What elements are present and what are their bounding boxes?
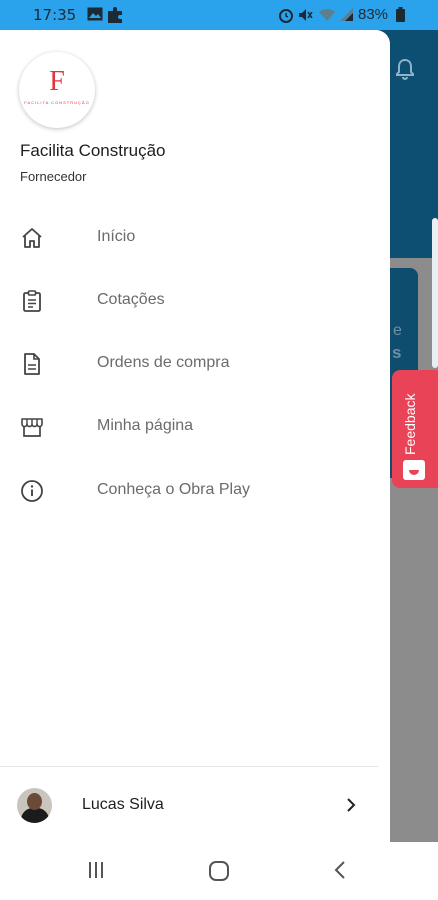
company-logo: F FACILITA CONSTRUÇÃO	[19, 52, 95, 128]
alarm-icon	[279, 9, 293, 23]
navigation-drawer: F FACILITA CONSTRUÇÃO Facilita Construçã…	[0, 30, 390, 842]
menu-item-label: Conheça o Obra Play	[97, 481, 250, 498]
home-icon	[22, 228, 42, 248]
menu-item-ordens-de-compra[interactable]: Ordens de compra	[0, 339, 390, 389]
company-name: Facilita Construção	[20, 141, 166, 160]
menu-item-label: Minha página	[97, 417, 194, 434]
puzzle-icon	[108, 7, 122, 23]
recent-apps-icon[interactable]	[86, 860, 106, 880]
drawer-divider	[0, 766, 378, 767]
store-icon	[21, 418, 43, 437]
feedback-label: Feedback	[402, 393, 418, 455]
status-time: 17:35	[33, 6, 77, 24]
battery-icon	[396, 7, 405, 22]
user-profile-row[interactable]: Lucas Silva	[0, 778, 390, 834]
bell-icon	[396, 58, 414, 80]
signal-icon	[340, 8, 353, 21]
clipboard-icon	[23, 290, 41, 312]
system-navigation-bar	[0, 842, 438, 900]
menu-item-cotacoes[interactable]: Cotações	[0, 276, 390, 326]
background-card-text: e	[393, 322, 402, 339]
back-icon[interactable]	[333, 860, 347, 880]
chevron-right-icon	[347, 798, 356, 812]
feedback-button[interactable]: Feedback	[392, 370, 438, 488]
menu-item-label: Cotações	[97, 291, 165, 308]
menu-item-conheca-obra-play[interactable]: Conheça o Obra Play	[0, 466, 390, 516]
logo-tagline: FACILITA CONSTRUÇÃO	[24, 100, 90, 105]
document-icon	[24, 353, 40, 375]
battery-percentage: 83%	[358, 6, 389, 23]
background-scrollbar	[432, 218, 438, 368]
avatar	[17, 788, 52, 823]
menu-item-inicio[interactable]: Início	[0, 213, 390, 263]
mute-icon	[299, 9, 313, 21]
logo-letter: F	[49, 66, 65, 97]
feedback-emoji-icon	[403, 460, 425, 480]
home-button-icon[interactable]	[208, 860, 230, 882]
menu-item-minha-pagina[interactable]: Minha página	[0, 402, 390, 452]
status-bar: 17:35 83%	[0, 0, 438, 30]
menu-item-label: Início	[97, 228, 136, 245]
user-name: Lucas Silva	[82, 796, 164, 813]
menu-item-label: Ordens de compra	[97, 354, 230, 371]
user-role: Fornecedor	[20, 169, 87, 184]
info-icon	[21, 480, 43, 502]
image-icon	[87, 7, 103, 21]
background-card-text: s	[392, 343, 402, 362]
wifi-icon	[319, 8, 335, 21]
